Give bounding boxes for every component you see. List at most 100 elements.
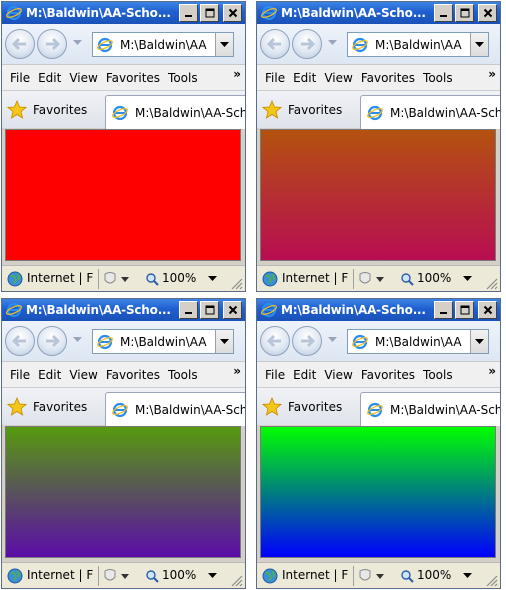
recent-pages-dropdown[interactable]	[327, 335, 337, 345]
menu-overflow-chevron[interactable]: »	[233, 67, 241, 81]
address-dropdown-button[interactable]	[470, 33, 488, 56]
zoom-level[interactable]: 100%	[162, 271, 196, 285]
favorites-bar: Favorites M:\Baldwin\AA-Sch	[2, 387, 245, 426]
resize-grip-icon[interactable]	[484, 572, 498, 587]
security-zone-text[interactable]: Internet | F	[27, 271, 95, 285]
back-button[interactable]	[260, 29, 290, 59]
address-bar[interactable]: M:\Baldwin\AA	[347, 32, 489, 57]
menu-view[interactable]: View	[69, 368, 97, 382]
menu-edit[interactable]: Edit	[38, 71, 61, 85]
menu-view[interactable]: View	[69, 71, 97, 85]
title-bar[interactable]: M:\Baldwin\AA-Scho...	[257, 2, 500, 24]
menu-tools[interactable]: Tools	[423, 368, 453, 382]
menu-favorites[interactable]: Favorites	[106, 368, 160, 382]
menu-tools[interactable]: Tools	[168, 368, 198, 382]
address-dropdown-button[interactable]	[215, 330, 233, 353]
resize-grip-icon[interactable]	[484, 275, 498, 290]
resize-grip-icon[interactable]	[229, 275, 243, 290]
menu-tools[interactable]: Tools	[168, 71, 198, 85]
menu-overflow-chevron[interactable]: »	[233, 364, 241, 378]
browser-tab[interactable]: M:\Baldwin\AA-Sch	[105, 95, 245, 129]
address-dropdown-button[interactable]	[215, 33, 233, 56]
maximize-button[interactable]	[200, 301, 219, 319]
menu-file[interactable]: File	[10, 368, 30, 382]
security-zone-text[interactable]: Internet | F	[27, 568, 95, 582]
protected-mode-icon[interactable]	[357, 567, 391, 585]
menu-file[interactable]: File	[10, 71, 30, 85]
close-button[interactable]	[478, 4, 497, 22]
maximize-button[interactable]	[200, 4, 219, 22]
security-zone-text[interactable]: Internet | F	[282, 271, 350, 285]
menu-overflow-chevron[interactable]: »	[488, 364, 496, 378]
menu-view[interactable]: View	[324, 71, 352, 85]
recent-pages-dropdown[interactable]	[327, 38, 337, 48]
back-button[interactable]	[5, 326, 35, 356]
zoom-dropdown[interactable]	[462, 274, 472, 284]
protected-mode-icon[interactable]	[102, 270, 136, 288]
recent-pages-dropdown[interactable]	[72, 335, 82, 345]
forward-button[interactable]	[292, 29, 322, 59]
forward-button[interactable]	[37, 326, 67, 356]
menu-favorites[interactable]: Favorites	[106, 71, 160, 85]
maximize-button[interactable]	[455, 4, 474, 22]
favorites-button[interactable]: Favorites	[261, 395, 342, 419]
menu-edit[interactable]: Edit	[38, 368, 61, 382]
favorites-button[interactable]: Favorites	[6, 395, 87, 419]
address-bar[interactable]: M:\Baldwin\AA	[92, 329, 234, 354]
zoom-icon[interactable]	[144, 568, 160, 584]
forward-button[interactable]	[292, 326, 322, 356]
zoom-level[interactable]: 100%	[162, 568, 196, 582]
favorites-label: Favorites	[288, 103, 343, 117]
title-bar[interactable]: M:\Baldwin\AA-Scho...	[2, 2, 245, 24]
page-content-gradient	[5, 426, 241, 558]
recent-pages-dropdown[interactable]	[72, 38, 82, 48]
title-bar[interactable]: M:\Baldwin\AA-Scho...	[257, 299, 500, 321]
page-icon	[95, 332, 115, 352]
address-bar[interactable]: M:\Baldwin\AA	[92, 32, 234, 57]
zoom-dropdown[interactable]	[207, 274, 217, 284]
zoom-level[interactable]: 100%	[417, 271, 451, 285]
menu-edit[interactable]: Edit	[293, 368, 316, 382]
menu-favorites[interactable]: Favorites	[361, 71, 415, 85]
minimize-button[interactable]	[434, 301, 453, 319]
zoom-dropdown[interactable]	[207, 571, 217, 581]
address-bar[interactable]: M:\Baldwin\AA	[347, 329, 489, 354]
browser-tab[interactable]: M:\Baldwin\AA-Sch	[360, 392, 500, 426]
protected-mode-icon[interactable]	[357, 270, 391, 288]
back-button[interactable]	[260, 326, 290, 356]
menu-bar: File Edit View Favorites Tools »	[257, 361, 500, 387]
zoom-icon[interactable]	[144, 271, 160, 287]
menu-overflow-chevron[interactable]: »	[488, 67, 496, 81]
maximize-button[interactable]	[455, 301, 474, 319]
menu-tools[interactable]: Tools	[423, 71, 453, 85]
zoom-level[interactable]: 100%	[417, 568, 451, 582]
favorites-button[interactable]: Favorites	[261, 98, 342, 122]
zoom-dropdown[interactable]	[462, 571, 472, 581]
menu-file[interactable]: File	[265, 368, 285, 382]
back-button[interactable]	[5, 29, 35, 59]
minimize-button[interactable]	[179, 301, 198, 319]
close-button[interactable]	[478, 301, 497, 319]
zoom-icon[interactable]	[399, 568, 415, 584]
menu-edit[interactable]: Edit	[293, 71, 316, 85]
address-dropdown-button[interactable]	[470, 330, 488, 353]
title-bar[interactable]: M:\Baldwin\AA-Scho...	[2, 299, 245, 321]
resize-grip-icon[interactable]	[229, 572, 243, 587]
close-button[interactable]	[223, 301, 242, 319]
menu-file[interactable]: File	[265, 71, 285, 85]
menu-view[interactable]: View	[324, 368, 352, 382]
tab-ie-icon	[365, 103, 385, 123]
security-zone-text[interactable]: Internet | F	[282, 568, 350, 582]
zoom-icon[interactable]	[399, 271, 415, 287]
minimize-button[interactable]	[179, 4, 198, 22]
favorites-button[interactable]: Favorites	[6, 98, 87, 122]
browser-tab[interactable]: M:\Baldwin\AA-Sch	[105, 392, 245, 426]
forward-button[interactable]	[37, 29, 67, 59]
browser-tab[interactable]: M:\Baldwin\AA-Sch	[360, 95, 500, 129]
protected-mode-icon[interactable]	[102, 567, 136, 585]
close-button[interactable]	[223, 4, 242, 22]
window-title: M:\Baldwin\AA-Scho...	[281, 6, 426, 20]
minimize-button[interactable]	[434, 4, 453, 22]
window-title: M:\Baldwin\AA-Scho...	[26, 6, 171, 20]
menu-favorites[interactable]: Favorites	[361, 368, 415, 382]
